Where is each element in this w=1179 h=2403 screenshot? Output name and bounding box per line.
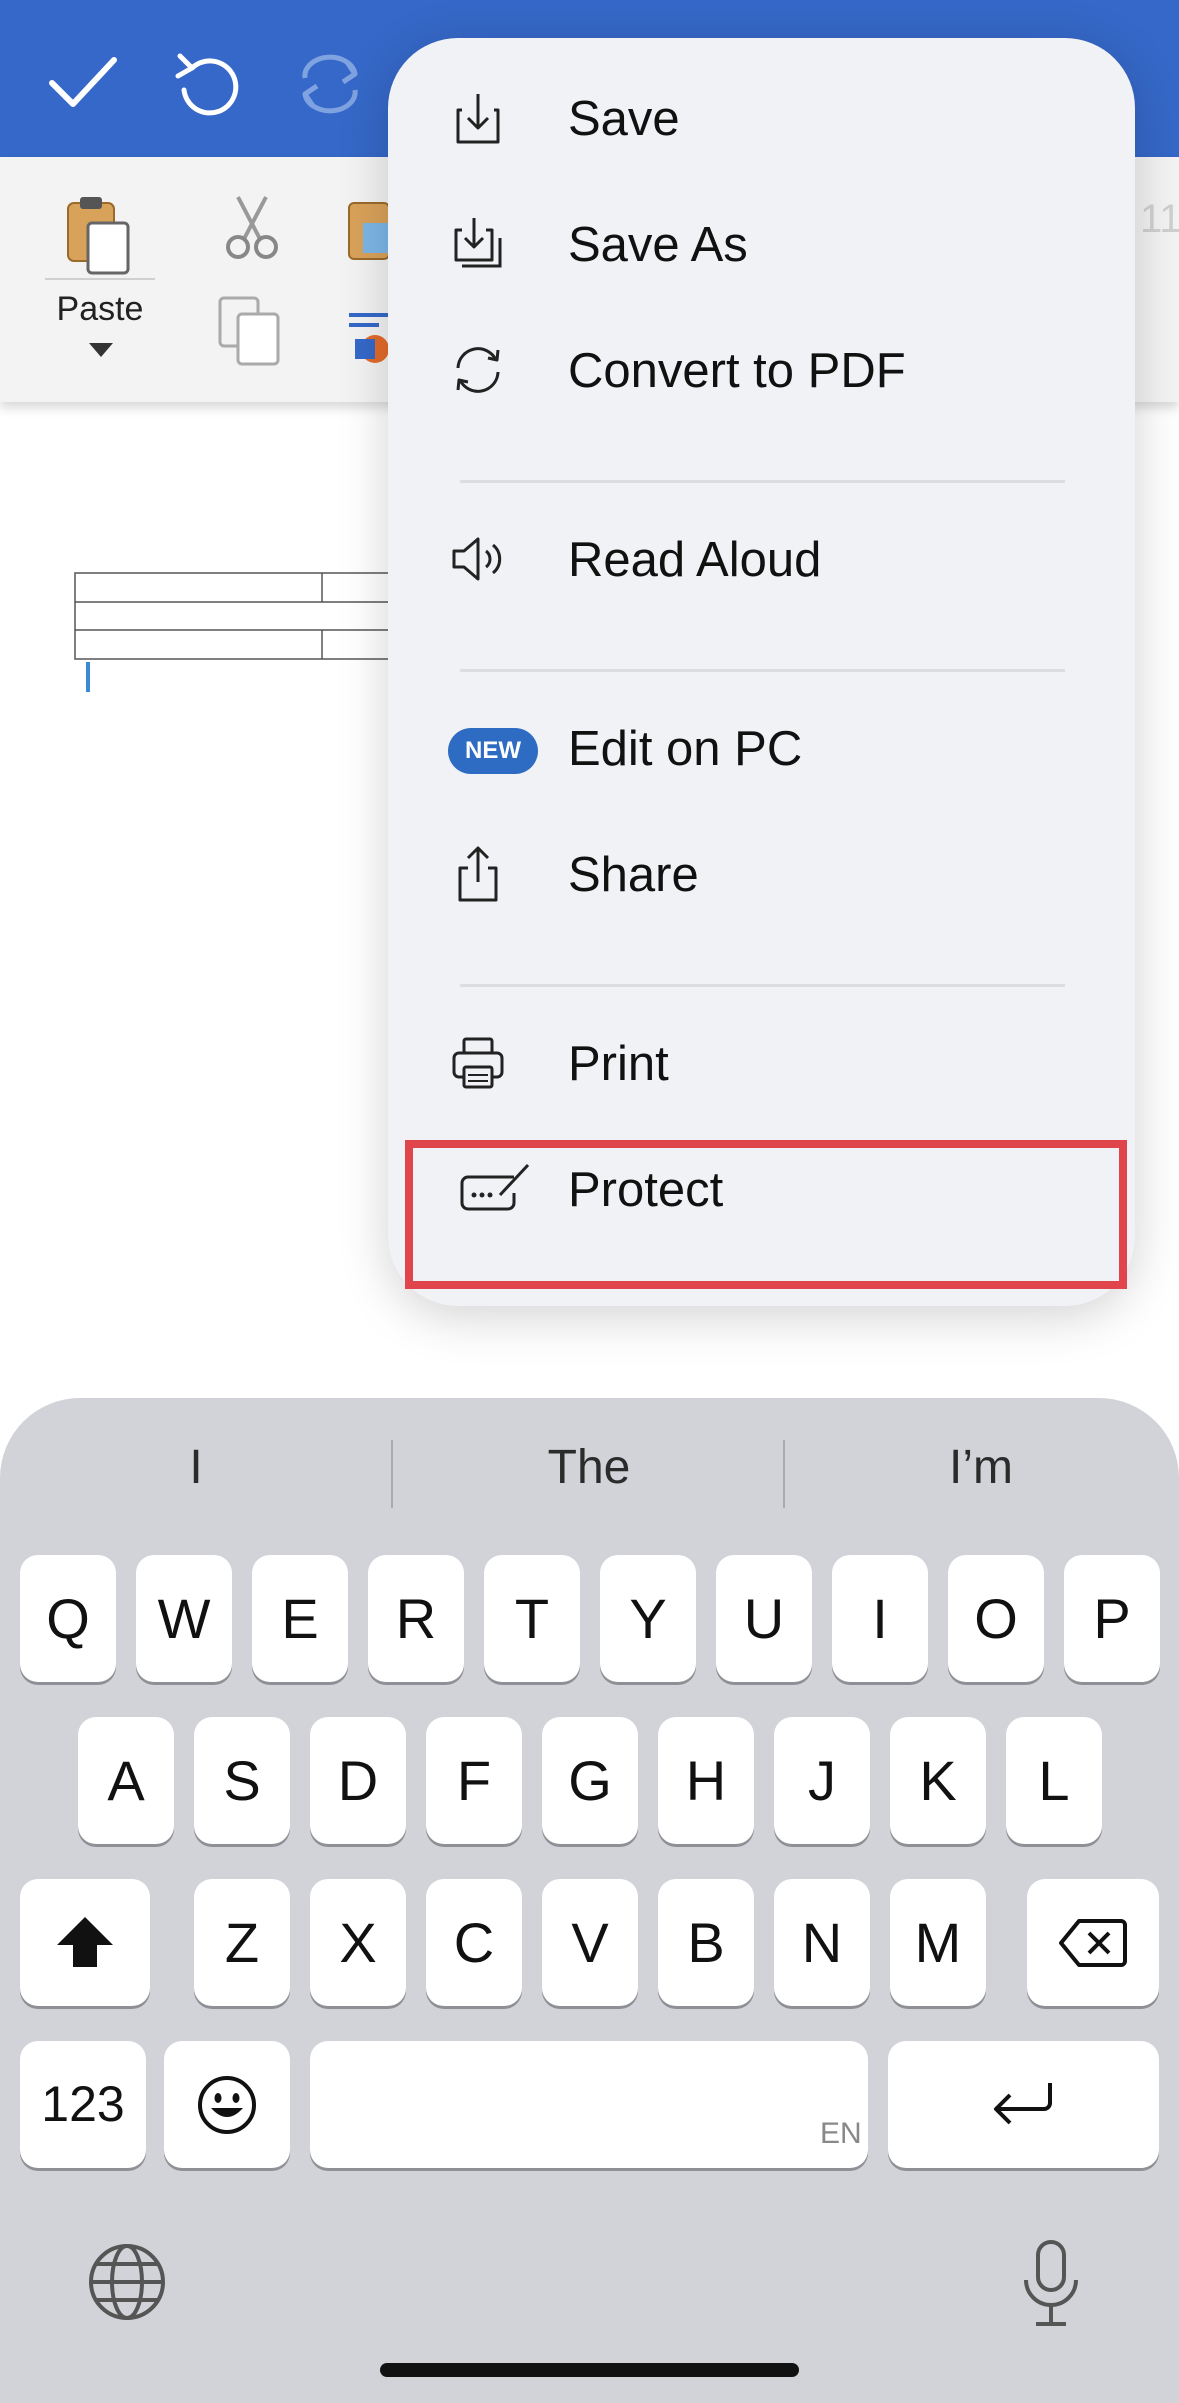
paste-label[interactable]: Paste (45, 290, 155, 329)
share-icon (458, 846, 498, 902)
document-table[interactable] (74, 572, 394, 660)
key-o[interactable]: O (948, 1555, 1044, 1682)
paste-dropdown-icon[interactable] (89, 343, 113, 357)
key-r[interactable]: R (368, 1555, 464, 1682)
save-as-icon (454, 218, 502, 268)
suggestion-3[interactable]: I’m (785, 1440, 1177, 1510)
highlight-annotation (405, 1140, 1127, 1289)
text-cursor (86, 662, 90, 692)
home-indicator[interactable] (380, 2363, 799, 2377)
menu-divider (460, 480, 1065, 483)
key-w[interactable]: W (136, 1555, 232, 1682)
microphone-icon[interactable] (1018, 2238, 1084, 2330)
key-d[interactable]: D (310, 1717, 406, 1844)
numbers-key[interactable]: 123 (20, 2041, 146, 2168)
shift-key[interactable] (20, 1879, 150, 2006)
speaker-icon (452, 537, 502, 581)
menu-item-edit-on-pc[interactable]: NEW Edit on PC (388, 693, 1135, 803)
save-icon (456, 94, 500, 144)
cut-icon[interactable] (222, 193, 282, 263)
menu-item-label: Edit on PC (568, 722, 803, 776)
globe-icon[interactable] (87, 2242, 167, 2322)
key-t[interactable]: T (484, 1555, 580, 1682)
menu-item-convert-to-pdf[interactable]: Convert to PDF (388, 315, 1135, 425)
key-h[interactable]: H (658, 1717, 754, 1844)
menu-item-label: Save (568, 92, 680, 146)
key-y[interactable]: Y (600, 1555, 696, 1682)
key-k[interactable]: K (890, 1717, 986, 1844)
paste-divider (45, 278, 155, 280)
key-u[interactable]: U (716, 1555, 812, 1682)
return-key[interactable] (888, 2041, 1159, 2168)
menu-item-save[interactable]: Save (388, 63, 1135, 173)
menu-divider (460, 669, 1065, 672)
key-q[interactable]: Q (20, 1555, 116, 1682)
key-c[interactable]: C (426, 1879, 522, 2006)
printer-icon (452, 1037, 504, 1089)
paste-icon[interactable] (62, 193, 137, 278)
menu-item-share[interactable]: Share (388, 819, 1135, 929)
copy-icon[interactable] (216, 294, 286, 369)
redo-icon[interactable] (285, 38, 375, 128)
key-z[interactable]: Z (194, 1879, 290, 2006)
return-icon (994, 2083, 1052, 2125)
key-b[interactable]: B (658, 1879, 754, 2006)
key-e[interactable]: E (252, 1555, 348, 1682)
space-key[interactable] (310, 2041, 868, 2168)
key-s[interactable]: S (194, 1717, 290, 1844)
key-n[interactable]: N (774, 1879, 870, 2006)
emoji-icon (198, 2076, 256, 2134)
format-painter-icon[interactable] (345, 193, 388, 263)
menu-item-label: Print (568, 1037, 669, 1091)
menu-item-label: Share (568, 848, 699, 902)
key-m[interactable]: M (890, 1879, 986, 2006)
language-hint: EN (820, 2117, 862, 2150)
menu-item-label: Read Aloud (568, 533, 822, 587)
shift-icon (57, 1917, 113, 1967)
emoji-key[interactable] (164, 2041, 290, 2168)
key-l[interactable]: L (1006, 1717, 1102, 1844)
menu-item-print[interactable]: Print (388, 1008, 1135, 1118)
menu-item-read-aloud[interactable]: Read Aloud (388, 504, 1135, 614)
backspace-icon (1059, 1919, 1127, 1967)
menu-item-label: Convert to PDF (568, 344, 906, 398)
menu-item-save-as[interactable]: Save As (388, 189, 1135, 299)
key-v[interactable]: V (542, 1879, 638, 2006)
menu-item-label: Save As (568, 218, 748, 272)
key-x[interactable]: X (310, 1879, 406, 2006)
backspace-key[interactable] (1027, 1879, 1159, 2006)
key-a[interactable]: A (78, 1717, 174, 1844)
suggestion-1[interactable]: I (0, 1440, 392, 1510)
key-i[interactable]: I (832, 1555, 928, 1682)
suggestion-2[interactable]: The (393, 1440, 785, 1510)
new-badge: NEW (448, 728, 538, 774)
font-size-ghost: 11 (1140, 197, 1179, 241)
convert-icon (456, 347, 500, 393)
key-f[interactable]: F (426, 1717, 522, 1844)
key-g[interactable]: G (542, 1717, 638, 1844)
key-j[interactable]: J (774, 1717, 870, 1844)
undo-icon[interactable] (162, 38, 252, 128)
key-p[interactable]: P (1064, 1555, 1160, 1682)
checkmark-icon[interactable] (38, 38, 128, 128)
menu-divider (460, 984, 1065, 987)
styles-icon[interactable] (345, 307, 388, 367)
file-menu: Save Save As Convert to PDF Read Aloud N… (388, 38, 1135, 1306)
